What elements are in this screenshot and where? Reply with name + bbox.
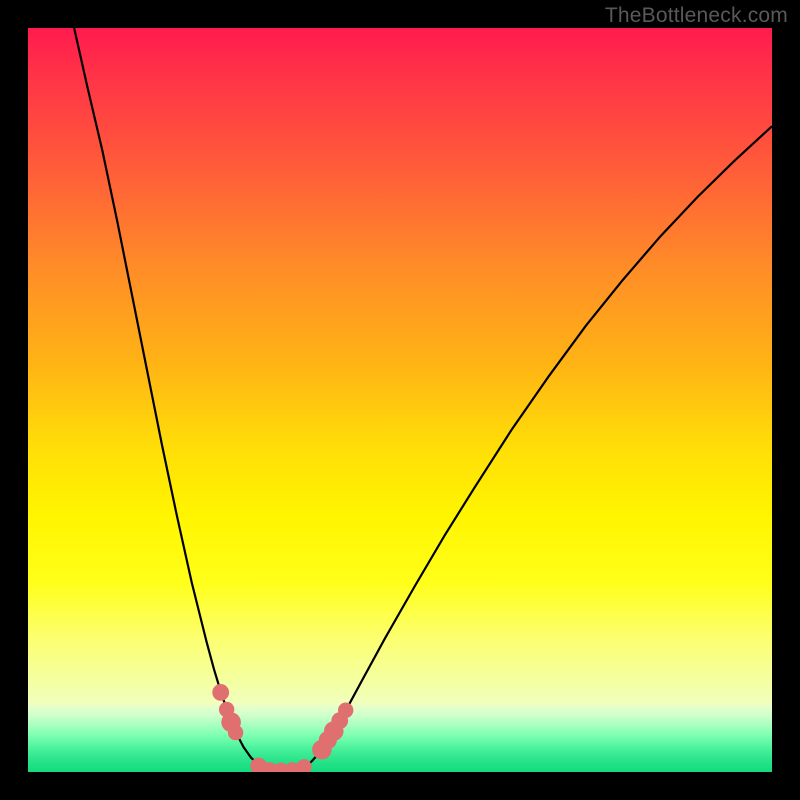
watermark-text: TheBottleneck.com bbox=[605, 4, 788, 28]
curve-marker bbox=[296, 759, 311, 772]
bottleneck-curve bbox=[28, 28, 772, 772]
curve-path bbox=[74, 28, 772, 771]
curve-marker bbox=[212, 684, 229, 701]
plot-area bbox=[28, 28, 772, 772]
curve-markers bbox=[212, 684, 353, 772]
chart-frame: TheBottleneck.com bbox=[0, 0, 800, 800]
curve-marker bbox=[338, 703, 353, 718]
curve-marker bbox=[228, 725, 243, 740]
